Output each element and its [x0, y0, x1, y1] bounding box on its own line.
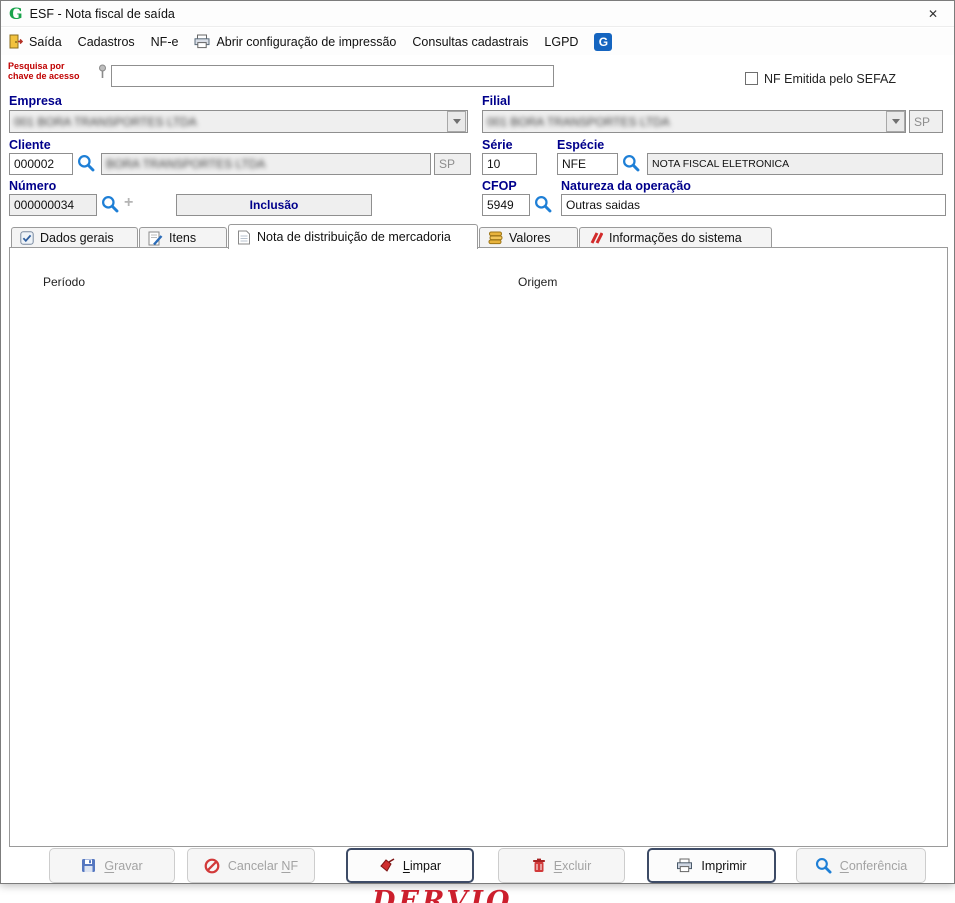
- check-box-icon: [20, 231, 34, 245]
- tab-valores-label: Valores: [509, 231, 551, 245]
- add-icon: +: [124, 194, 134, 211]
- filial-uf-field: SP: [909, 110, 943, 133]
- cancel-icon: [204, 858, 220, 873]
- pencil-note-icon: [148, 231, 163, 245]
- cancelar-nf-button: Cancelar NF: [187, 848, 315, 883]
- especie-label: Espécie: [557, 138, 605, 152]
- printer-icon: [194, 34, 210, 49]
- empresa-dropdown-button: [447, 111, 466, 132]
- red-slashes-icon: [590, 232, 603, 244]
- document-icon: [238, 230, 250, 244]
- gravar-button: Gravar: [49, 848, 175, 883]
- tab-valores[interactable]: Valores: [479, 227, 578, 248]
- numero-search-icon[interactable]: [101, 195, 119, 213]
- cliente-uf-field: SP: [434, 153, 471, 175]
- title-bar: G ESF - Nota fiscal de saída ✕: [1, 1, 954, 27]
- conferencia-button: Conferência: [796, 848, 926, 883]
- imprimir-button[interactable]: Imprimir: [647, 848, 776, 883]
- especie-desc-field: NOTA FISCAL ELETRONICA: [647, 153, 943, 175]
- tab-informacoes-sistema-label: Informações do sistema: [609, 231, 742, 245]
- tab-informacoes-sistema[interactable]: Informações do sistema: [579, 227, 772, 248]
- menu-consultas[interactable]: Consultas cadastrais: [404, 28, 536, 55]
- tab-itens[interactable]: Itens: [139, 227, 227, 248]
- serie-field[interactable]: 10: [482, 153, 537, 175]
- print-icon: [677, 858, 693, 873]
- tab-dados-gerais-label: Dados gerais: [40, 231, 114, 245]
- app-logo-icon: G: [9, 4, 23, 23]
- limpar-button[interactable]: Limpar: [346, 848, 474, 883]
- cliente-code-field[interactable]: 000002: [9, 153, 73, 175]
- filial-combobox: 001 BORA TRANSPORTES LTDA: [482, 110, 906, 133]
- search-key-label: Pesquisa por chave de acesso: [8, 61, 80, 81]
- cfop-label: CFOP: [482, 179, 517, 193]
- empresa-combobox: 001 BORA TRANSPORTES LTDA: [9, 110, 468, 133]
- natureza-label: Natureza da operação: [561, 179, 691, 193]
- natureza-field[interactable]: Outras saidas: [561, 194, 946, 216]
- menu-saida[interactable]: Saída: [1, 28, 70, 55]
- filial-dropdown-button: [886, 111, 905, 132]
- search-input[interactable]: [111, 65, 554, 87]
- status-field: Inclusão: [176, 194, 372, 216]
- menu-cadastros-label: Cadastros: [77, 34, 135, 49]
- menu-cadastros[interactable]: Cadastros: [70, 28, 143, 55]
- cliente-label: Cliente: [9, 138, 51, 152]
- g-logo-icon: G: [594, 32, 613, 51]
- excluir-button: Excluir: [498, 848, 625, 883]
- menu-nfe-label: NF-e: [150, 34, 179, 49]
- origem-legend: Origem: [514, 275, 562, 289]
- menu-bar: Saída Cadastros NF-e Abrir configuração …: [1, 28, 954, 55]
- cfop-search-icon[interactable]: [534, 195, 552, 213]
- tab-nota-distribuicao-label: Nota de distribuição de mercadoria: [257, 230, 451, 244]
- tab-itens-label: Itens: [169, 231, 197, 245]
- tab-dados-gerais[interactable]: Dados gerais: [11, 227, 138, 248]
- cfop-field[interactable]: 5949: [482, 194, 530, 216]
- tab-panel: [9, 247, 948, 847]
- numero-label: Número: [9, 179, 57, 193]
- coins-icon: [488, 231, 503, 245]
- menu-consultas-label: Consultas cadastrais: [412, 34, 529, 49]
- filial-label: Filial: [482, 94, 511, 108]
- menu-nfe[interactable]: NF-e: [143, 28, 187, 55]
- menu-config-impressao[interactable]: Abrir configuração de impressão: [186, 28, 404, 55]
- tab-nota-distribuicao[interactable]: Nota de distribuição de mercadoria: [228, 224, 478, 249]
- desktop: G ESF - Nota fiscal de saída ✕ Saída Cad…: [0, 0, 955, 903]
- serie-label: Série: [482, 138, 513, 152]
- especie-search-icon[interactable]: [622, 154, 640, 172]
- exit-door-icon: [9, 34, 23, 49]
- menu-lgpd-label: LGPD: [544, 34, 579, 49]
- periodo-legend: Período: [39, 275, 90, 289]
- close-button[interactable]: ✕: [912, 1, 954, 27]
- menu-logo-button[interactable]: G: [586, 28, 620, 55]
- desktop-logo-fragment: DERVIO: [372, 886, 513, 903]
- menu-config-impressao-label: Abrir configuração de impressão: [216, 34, 397, 49]
- especie-field[interactable]: NFE: [557, 153, 618, 175]
- cliente-search-icon[interactable]: [77, 154, 95, 172]
- pin-icon: [99, 64, 106, 78]
- numero-field: 000000034: [9, 194, 97, 216]
- clean-sweep-icon: [380, 858, 395, 872]
- sefaz-checkbox[interactable]: [745, 72, 758, 85]
- save-disk-icon: [82, 859, 96, 872]
- menu-saida-label: Saída: [29, 34, 62, 49]
- cliente-name-field: BORA TRANSPORTES LTDA: [101, 153, 431, 175]
- window-title: ESF - Nota fiscal de saída: [29, 6, 175, 21]
- magnifier-icon: [815, 857, 832, 874]
- menu-lgpd[interactable]: LGPD: [536, 28, 586, 55]
- app-window: G ESF - Nota fiscal de saída ✕ Saída Cad…: [0, 0, 955, 884]
- empresa-label: Empresa: [9, 94, 62, 108]
- sefaz-checkbox-label: NF Emitida pelo SEFAZ: [764, 72, 896, 86]
- delete-trash-icon: [532, 858, 545, 872]
